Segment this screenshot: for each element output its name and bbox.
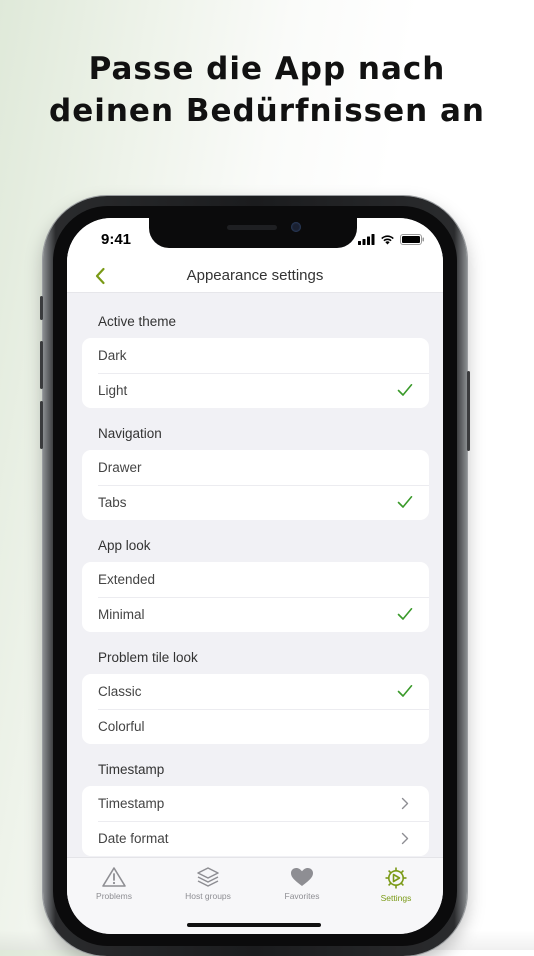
status-time: 9:41 bbox=[101, 231, 132, 248]
home-indicator[interactable] bbox=[187, 923, 321, 927]
volume-down-button bbox=[40, 401, 43, 449]
option-label: Minimal bbox=[98, 607, 145, 622]
option-drawer[interactable]: Drawer bbox=[82, 450, 429, 485]
option-label: Timestamp bbox=[98, 796, 165, 811]
option-group: Extended Minimal bbox=[82, 562, 429, 632]
option-label: Dark bbox=[98, 348, 127, 363]
option-label: Colorful bbox=[98, 719, 145, 734]
power-button bbox=[467, 371, 470, 451]
wifi-icon bbox=[381, 235, 394, 245]
checkmark-icon bbox=[397, 685, 413, 697]
tab-problems[interactable]: Problems bbox=[67, 866, 161, 901]
navigation-bar: Appearance settings bbox=[67, 262, 443, 293]
phone-notch bbox=[149, 218, 357, 248]
option-classic[interactable]: Classic bbox=[82, 674, 429, 709]
chevron-right-icon bbox=[401, 832, 409, 845]
heart-icon bbox=[291, 868, 313, 886]
tab-label: Problems bbox=[96, 891, 132, 901]
checkmark-icon bbox=[397, 496, 413, 508]
option-colorful[interactable]: Colorful bbox=[82, 709, 429, 744]
section-title: App look bbox=[98, 538, 151, 553]
option-minimal[interactable]: Minimal bbox=[82, 597, 429, 632]
option-label: Tabs bbox=[98, 495, 127, 510]
option-label: Extended bbox=[98, 572, 156, 587]
front-camera bbox=[291, 222, 301, 232]
status-icons bbox=[358, 234, 425, 245]
section-title: Active theme bbox=[98, 314, 177, 329]
tab-label: Settings bbox=[380, 893, 412, 903]
volume-up-button bbox=[40, 341, 43, 389]
chevron-right-icon bbox=[401, 797, 409, 810]
option-dark[interactable]: Dark bbox=[82, 338, 429, 373]
tab-favorites[interactable]: Favorites bbox=[255, 866, 349, 901]
phone-frame: 9:41 Appearance settings Active theme Da… bbox=[40, 196, 470, 956]
section-navigation: Navigation Drawer Tabs bbox=[67, 418, 443, 520]
phone-bezel: 9:41 Appearance settings Active theme Da… bbox=[53, 206, 457, 946]
option-group: Drawer Tabs bbox=[82, 450, 429, 520]
option-group: Dark Light bbox=[82, 338, 429, 408]
page-title: Appearance settings bbox=[186, 267, 324, 284]
section-timestamp: Timestamp Timestamp Date format bbox=[67, 754, 443, 856]
tab-host-groups[interactable]: Host groups bbox=[161, 866, 255, 901]
option-label: Classic bbox=[98, 684, 142, 699]
layers-icon bbox=[197, 867, 219, 887]
checkmark-icon bbox=[397, 384, 413, 396]
option-label: Date format bbox=[98, 831, 169, 846]
option-light[interactable]: Light bbox=[82, 373, 429, 408]
gear-icon bbox=[385, 867, 407, 889]
tab-settings[interactable]: Settings bbox=[349, 866, 443, 903]
phone-screen: 9:41 Appearance settings Active theme Da… bbox=[67, 218, 443, 934]
battery-icon bbox=[400, 234, 424, 245]
section-title: Problem tile look bbox=[98, 650, 198, 665]
marketing-headline: Passe die App nach deinen Bedürfnissen a… bbox=[0, 48, 534, 132]
option-group: Classic Colorful bbox=[82, 674, 429, 744]
checkmark-icon bbox=[397, 608, 413, 620]
section-title: Navigation bbox=[98, 426, 162, 441]
section-problem-tile-look: Problem tile look Classic Colorful bbox=[67, 642, 443, 744]
section-title: Timestamp bbox=[98, 762, 165, 777]
option-tabs[interactable]: Tabs bbox=[82, 485, 429, 520]
option-extended[interactable]: Extended bbox=[82, 562, 429, 597]
section-app-look: App look Extended Minimal bbox=[67, 530, 443, 632]
headline-line-2: deinen Bedürfnissen an bbox=[49, 93, 485, 129]
option-label: Light bbox=[98, 383, 128, 398]
speaker-grille bbox=[227, 225, 277, 230]
section-active-theme: Active theme Dark Light bbox=[67, 306, 443, 408]
tab-label: Favorites bbox=[284, 891, 320, 901]
tab-label: Host groups bbox=[185, 891, 231, 901]
cellular-signal-icon bbox=[358, 234, 375, 245]
silent-switch bbox=[40, 296, 43, 320]
settings-list: Active theme Dark Light Navigation Drawe… bbox=[67, 306, 443, 866]
option-group: Timestamp Date format bbox=[82, 786, 429, 856]
setting-timestamp[interactable]: Timestamp bbox=[82, 786, 429, 821]
option-label: Drawer bbox=[98, 460, 142, 475]
setting-date-format[interactable]: Date format bbox=[82, 821, 429, 856]
warning-triangle-icon bbox=[102, 867, 126, 887]
headline-line-1: Passe die App nach bbox=[88, 51, 446, 87]
